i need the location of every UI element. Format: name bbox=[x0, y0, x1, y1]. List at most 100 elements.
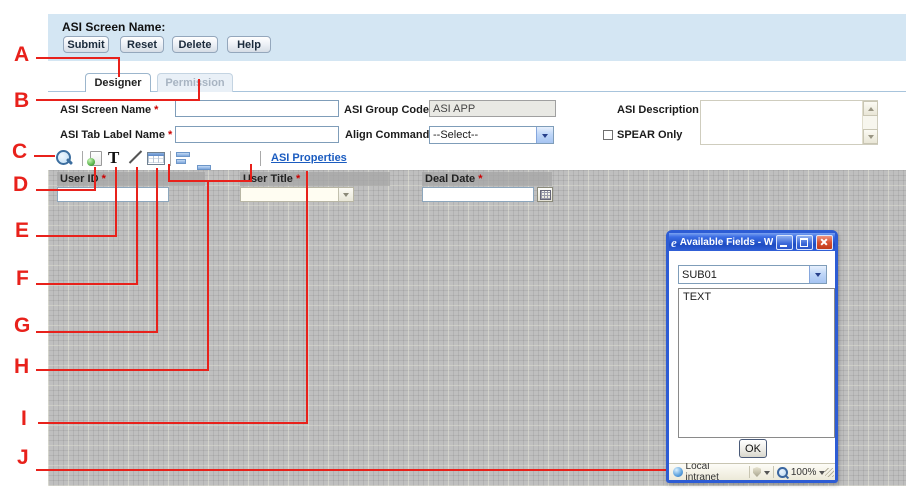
calendar-icon bbox=[540, 190, 551, 200]
scroll-up-icon bbox=[868, 104, 874, 111]
ok-button[interactable]: OK bbox=[739, 439, 767, 458]
zoom-icon bbox=[777, 467, 788, 478]
delete-button[interactable]: Delete bbox=[172, 36, 218, 53]
window-status-bar: Local intranet 100% bbox=[669, 463, 835, 480]
annotation-line-c bbox=[34, 155, 55, 157]
shield-icon bbox=[753, 467, 762, 477]
reset-button[interactable]: Reset bbox=[120, 36, 164, 53]
status-separator bbox=[749, 466, 750, 478]
usertitle-value bbox=[241, 188, 338, 201]
text-tool-icon[interactable]: T bbox=[108, 149, 119, 166]
canvas-field-dealdate-label: Deal Date * bbox=[425, 173, 482, 185]
green-dot bbox=[87, 158, 95, 166]
chevron-down-icon bbox=[815, 273, 821, 280]
maximize-icon bbox=[800, 238, 808, 247]
annotation-letter-b: B bbox=[14, 91, 29, 111]
tab-label-name-input[interactable] bbox=[175, 126, 339, 143]
resize-grip[interactable] bbox=[825, 468, 834, 477]
internet-explorer-icon: e bbox=[671, 236, 677, 249]
annotation-line-b bbox=[198, 79, 200, 101]
maximize-button[interactable] bbox=[796, 235, 813, 250]
dropdown-arrow-button[interactable] bbox=[809, 266, 826, 283]
annotation-line-f bbox=[36, 283, 138, 285]
scroll-up-button[interactable] bbox=[863, 101, 878, 116]
canvas-field-userid-label: User ID * bbox=[60, 173, 106, 185]
required-asterisk: * bbox=[102, 173, 106, 185]
required-asterisk: * bbox=[296, 173, 300, 185]
chevron-down-icon bbox=[343, 193, 349, 200]
userid-label-text: User ID bbox=[60, 173, 99, 185]
chevron-down-icon[interactable] bbox=[764, 471, 770, 478]
annotation-line-d bbox=[36, 189, 96, 191]
align-command-value: --Select-- bbox=[430, 127, 536, 143]
toolbar-separator bbox=[260, 151, 261, 166]
required-asterisk: * bbox=[478, 173, 482, 185]
annotation-line-g bbox=[36, 331, 158, 333]
usertitle-select[interactable] bbox=[240, 187, 354, 202]
zoom-level: 100% bbox=[791, 467, 817, 478]
required-asterisk: * bbox=[168, 129, 172, 141]
security-zone-label: Local intranet bbox=[686, 461, 743, 483]
annotation-line-i bbox=[38, 422, 308, 424]
window-content: SUB01 TEXT OK bbox=[669, 251, 835, 463]
zoom-tool-icon[interactable] bbox=[55, 149, 74, 167]
description-textarea[interactable] bbox=[700, 100, 878, 145]
submit-button[interactable]: Submit bbox=[63, 36, 109, 53]
diagonal-line bbox=[129, 150, 142, 163]
annotation-line-i bbox=[306, 171, 308, 424]
window-title: Available Fields - Wind... bbox=[680, 237, 773, 248]
close-button[interactable] bbox=[816, 235, 833, 250]
scroll-down-button[interactable] bbox=[863, 129, 878, 144]
screen-name-label-text: ASI Screen Name bbox=[60, 104, 151, 116]
annotation-line-j bbox=[36, 469, 666, 471]
dealdate-input[interactable] bbox=[422, 187, 534, 202]
window-title-bar[interactable]: e Available Fields - Wind... bbox=[669, 233, 835, 251]
annotation-line-h-bracket bbox=[168, 164, 170, 181]
line-tool-icon[interactable] bbox=[128, 150, 143, 165]
table-tool-icon[interactable] bbox=[147, 152, 165, 165]
annotation-line-h bbox=[207, 181, 209, 371]
tab-permission[interactable]: Permission bbox=[157, 73, 233, 92]
minimize-icon bbox=[780, 245, 787, 247]
available-fields-list[interactable]: TEXT bbox=[678, 288, 835, 438]
group-code-field: ASI APP bbox=[429, 100, 556, 117]
toolbar-separator bbox=[82, 151, 83, 166]
minimize-button[interactable] bbox=[776, 235, 793, 250]
annotation-line-h bbox=[36, 369, 209, 371]
table-icon-body bbox=[148, 156, 164, 163]
screen-name-label: ASI Screen Name * bbox=[60, 104, 158, 116]
annotation-letter-d: D bbox=[13, 175, 28, 195]
align-command-select[interactable]: --Select-- bbox=[429, 126, 554, 144]
app-screen: ASI Screen Name: Submit Reset Delete Hel… bbox=[0, 0, 921, 491]
annotation-line-a bbox=[118, 57, 120, 77]
field-group-select[interactable]: SUB01 bbox=[678, 265, 827, 284]
align-command-label: Align Command bbox=[345, 129, 429, 141]
annotation-letter-i: I bbox=[21, 409, 27, 429]
required-asterisk: * bbox=[154, 104, 158, 116]
available-fields-window[interactable]: e Available Fields - Wind... SUB01 TEXT … bbox=[666, 230, 838, 483]
calendar-button[interactable] bbox=[537, 187, 553, 202]
bar bbox=[176, 152, 190, 157]
annotation-line-b bbox=[36, 99, 200, 101]
annotation-line-h-bracket bbox=[168, 180, 252, 182]
spear-only-label: SPEAR Only bbox=[617, 129, 682, 141]
dropdown-arrow-button[interactable] bbox=[338, 188, 353, 201]
annotation-line-e bbox=[115, 167, 117, 237]
list-item[interactable]: TEXT bbox=[683, 291, 830, 303]
add-field-icon[interactable] bbox=[88, 151, 103, 167]
annotation-letter-f: F bbox=[16, 269, 29, 289]
asi-properties-link[interactable]: ASI Properties bbox=[271, 152, 347, 164]
status-separator bbox=[773, 466, 774, 478]
annotation-line-f bbox=[136, 167, 138, 285]
help-button[interactable]: Help bbox=[227, 36, 271, 53]
page-title: ASI Screen Name: bbox=[62, 20, 165, 34]
annotation-line-g bbox=[156, 168, 158, 333]
description-scrollbar[interactable] bbox=[862, 101, 877, 144]
annotation-letter-j: J bbox=[17, 448, 29, 468]
bar bbox=[176, 159, 186, 164]
screen-name-input[interactable] bbox=[175, 100, 339, 117]
dropdown-arrow-button[interactable] bbox=[536, 127, 553, 143]
spear-only-checkbox[interactable] bbox=[603, 130, 613, 140]
toolbar-separator bbox=[170, 151, 171, 166]
align-left-icon[interactable] bbox=[175, 152, 191, 165]
